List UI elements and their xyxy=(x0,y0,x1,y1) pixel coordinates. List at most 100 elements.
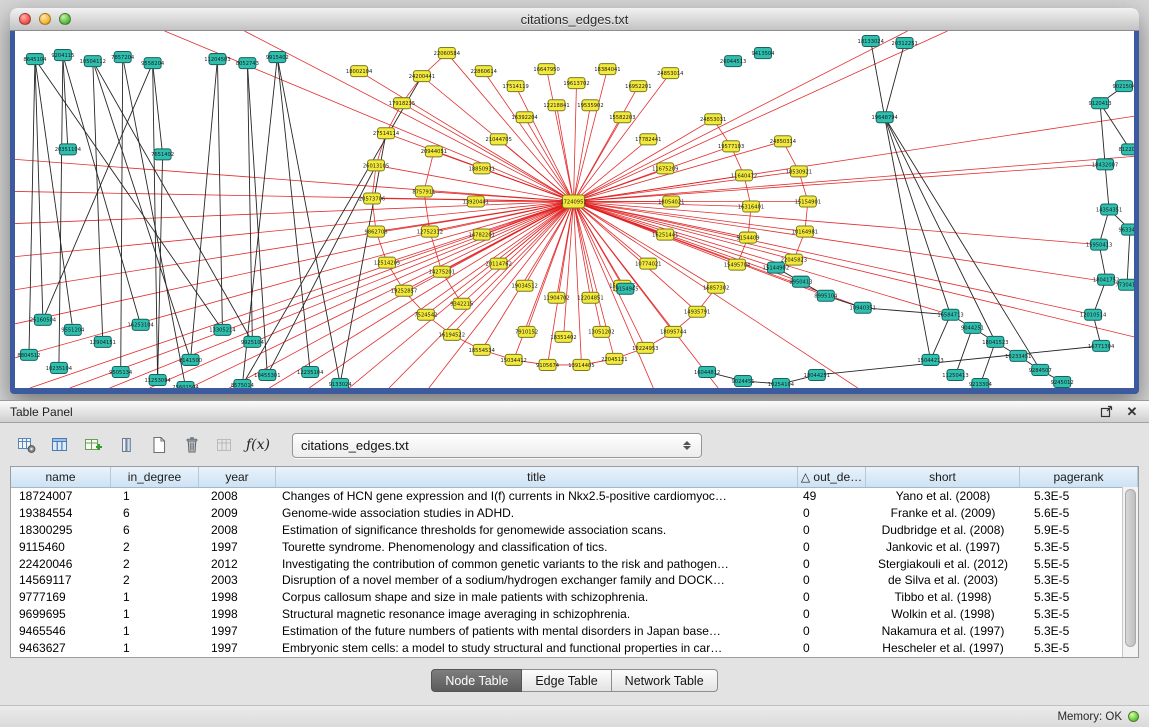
table-row[interactable]: 1938455462009Genome-wide association stu… xyxy=(11,505,1138,522)
graph-node[interactable]: 8757911 xyxy=(412,186,435,197)
table-row[interactable]: 946362711997Embryonic stem cells: a mode… xyxy=(11,639,1138,656)
table-selector-combobox[interactable]: citations_edges.txt xyxy=(292,433,702,458)
graph-node[interactable]: 11904702 xyxy=(543,292,569,303)
graph-node[interactable]: 10233451 xyxy=(1005,350,1031,361)
graph-node[interactable]: 9245012 xyxy=(1051,376,1074,387)
graph-node[interactable]: 9413504 xyxy=(751,48,775,59)
table-row[interactable]: 911546021997Tourette syndrome. Phenomeno… xyxy=(11,538,1138,555)
graph-node[interactable]: 16584713 xyxy=(937,309,963,320)
undock-panel-icon[interactable] xyxy=(1099,405,1113,419)
graph-node[interactable]: 9915402 xyxy=(266,52,289,63)
graph-node[interactable]: 15034412 xyxy=(500,354,526,365)
edit-table-icon[interactable] xyxy=(80,432,106,458)
tab-edge-table[interactable]: Edge Table xyxy=(522,669,611,692)
scrollbar-thumb[interactable] xyxy=(1125,489,1136,647)
table-row[interactable]: 946554611997Estimation of the future num… xyxy=(11,622,1138,639)
graph-node[interactable]: 18530921 xyxy=(786,166,812,177)
graph-node[interactable]: 10455301 xyxy=(254,369,280,380)
graph-node[interactable]: 17514119 xyxy=(502,81,528,92)
function-builder-icon[interactable]: ƒ(x) xyxy=(245,432,271,458)
import-table-icon[interactable] xyxy=(212,432,238,458)
graph-node[interactable]: 13051202 xyxy=(588,326,614,337)
table-row[interactable]: 969969511998Structural magnetic resonanc… xyxy=(11,606,1138,623)
graph-node[interactable]: 12514205 xyxy=(374,257,400,268)
graph-node[interactable]: 25601504 xyxy=(172,381,199,388)
graph-node[interactable]: 18041523 xyxy=(982,336,1008,347)
graph-node[interactable]: 10504112 xyxy=(80,56,106,67)
graph-node[interactable]: 19613702 xyxy=(563,78,589,89)
graph-node[interactable]: 22860614 xyxy=(471,66,498,77)
graph-node[interactable]: 18384041 xyxy=(594,64,620,75)
graph-node[interactable]: 10235104 xyxy=(46,362,73,373)
graph-node[interactable]: 7857204 xyxy=(111,52,135,63)
zoom-window-button[interactable] xyxy=(59,13,71,25)
graph-node[interactable]: 24850314 xyxy=(770,136,797,147)
graph-node[interactable]: 19252857 xyxy=(391,285,417,296)
column-header-out_degree[interactable]: △ out_de… xyxy=(798,467,866,487)
graph-node[interactable]: 8645104 xyxy=(23,54,47,65)
graph-node[interactable]: 12204851 xyxy=(577,292,603,303)
graph-node[interactable]: 18054021 xyxy=(658,196,684,207)
graph-node[interactable]: 12010514 xyxy=(1080,309,1107,320)
graph-node[interactable]: 17240951 xyxy=(560,195,586,208)
graph-node[interactable]: 27514114 xyxy=(373,128,400,139)
graph-node[interactable]: 11204503 xyxy=(204,54,230,65)
graph-node[interactable]: 7910152 xyxy=(515,326,538,337)
graph-node[interactable]: 16952201 xyxy=(625,81,651,92)
graph-node[interactable]: 12218841 xyxy=(543,100,569,111)
graph-node[interactable]: 18095744 xyxy=(660,326,687,337)
column-header-title[interactable]: title xyxy=(276,467,798,487)
graph-node[interactable]: 18133024 xyxy=(858,36,885,47)
table-row[interactable]: 2242004622012Investigating the contribut… xyxy=(11,555,1138,572)
graph-node[interactable]: 7730415 xyxy=(1115,279,1134,290)
graph-node[interactable]: 16194522 xyxy=(439,329,465,340)
graph-node[interactable]: 16253104 xyxy=(127,319,154,330)
graph-node[interactable]: 18002104 xyxy=(346,66,373,77)
close-panel-icon[interactable]: ✕ xyxy=(1125,405,1139,419)
graph-node[interactable]: 19577103 xyxy=(718,141,744,152)
tab-node-table[interactable]: Node Table xyxy=(431,669,522,692)
graph-node[interactable]: 19648794 xyxy=(872,112,899,123)
network-canvas[interactable]: 1724095118054021162514411077402115034945… xyxy=(15,31,1134,388)
graph-node[interactable]: 9105674 xyxy=(536,359,560,370)
graph-node[interactable]: 9044251 xyxy=(961,322,984,333)
vertical-scrollbar[interactable] xyxy=(1122,487,1138,657)
graph-node[interactable]: 22045121 xyxy=(601,353,627,364)
graph-node[interactable]: 13920441 xyxy=(463,196,489,207)
table-row[interactable]: 1456911722003Disruption of a novel membe… xyxy=(11,572,1138,589)
column-header-name[interactable]: name xyxy=(11,467,111,487)
graph-node[interactable]: 7651402 xyxy=(151,149,174,160)
graph-node[interactable]: 10164981 xyxy=(792,226,818,237)
graph-node[interactable]: 11675209 xyxy=(652,163,678,174)
graph-node[interactable]: 8995104 xyxy=(814,290,838,301)
graph-node[interactable]: 16392204 xyxy=(511,112,538,123)
graph-node[interactable]: 18044251 xyxy=(804,369,830,380)
graph-node[interactable]: 21044705 xyxy=(486,134,512,145)
graph-node[interactable]: 9950413 xyxy=(789,276,812,287)
graph-node[interactable]: 19034512 xyxy=(511,280,537,291)
graph-node[interactable]: 9505134 xyxy=(109,366,133,377)
graph-node[interactable]: 22060584 xyxy=(434,48,461,59)
table-row[interactable]: 1830029562008Estimation of significance … xyxy=(11,522,1138,539)
minimize-window-button[interactable] xyxy=(39,13,51,25)
column-header-pagerank[interactable]: pagerank xyxy=(1020,467,1138,487)
graph-node[interactable]: 20114762 xyxy=(486,258,512,269)
memory-status-indicator[interactable] xyxy=(1128,711,1139,722)
graph-node[interactable]: 9204115 xyxy=(51,50,74,61)
graph-node[interactable]: 9021504 xyxy=(1113,81,1134,92)
graph-node[interactable]: 11250413 xyxy=(942,369,968,380)
window-titlebar[interactable]: citations_edges.txt xyxy=(10,8,1139,31)
table-row[interactable]: 977716911998Corpus callosum shape and si… xyxy=(11,589,1138,606)
graph-node[interactable]: 24200441 xyxy=(409,71,435,82)
graph-node[interactable]: 8575014 xyxy=(231,379,255,388)
graph-node[interactable]: 16771304 xyxy=(1088,340,1115,351)
table-settings-icon[interactable] xyxy=(14,432,40,458)
column-header-short[interactable]: short xyxy=(866,467,1020,487)
graph-node[interactable]: 19535902 xyxy=(577,100,603,111)
graph-node[interactable]: 20351104 xyxy=(55,144,82,155)
graph-node[interactable]: 9024451 xyxy=(732,375,755,386)
graph-node[interactable]: 8052743 xyxy=(236,58,259,69)
graph-node[interactable]: 17918235 xyxy=(389,98,415,109)
graph-node[interactable]: 18351402 xyxy=(550,331,576,342)
graph-node[interactable]: 9633412 xyxy=(1118,224,1134,235)
